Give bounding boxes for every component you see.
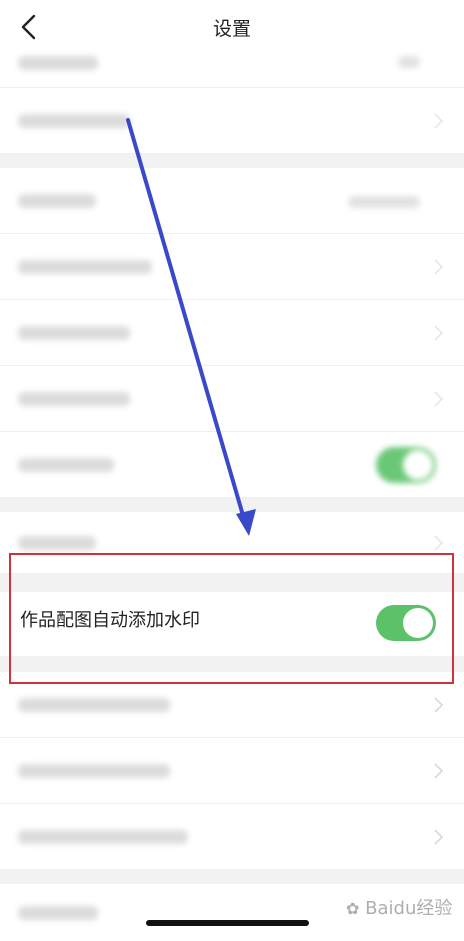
watermark-setting-label: 作品配图自动添加水印 <box>20 610 200 631</box>
blurred-label <box>18 260 152 274</box>
baidu-watermark: ✿ Baidu经验 <box>346 894 452 920</box>
chevron-right-icon <box>434 829 444 845</box>
settings-row[interactable] <box>0 168 464 234</box>
chevron-right-icon <box>434 391 444 407</box>
settings-row[interactable] <box>0 512 464 574</box>
blurred-value <box>398 56 420 68</box>
chevron-right-icon <box>434 697 444 713</box>
settings-row[interactable] <box>0 300 464 366</box>
home-indicator[interactable] <box>146 920 309 926</box>
settings-row[interactable] <box>0 738 464 804</box>
section-gap <box>0 574 464 592</box>
blurred-label <box>18 326 130 340</box>
blurred-label <box>18 114 130 128</box>
baidu-paw-icon: ✿ <box>346 899 360 918</box>
settings-row[interactable] <box>0 54 464 88</box>
blurred-value <box>348 196 420 208</box>
chevron-right-icon <box>434 763 444 779</box>
settings-row[interactable] <box>0 672 464 738</box>
settings-row[interactable] <box>0 432 464 498</box>
nav-bar: 设置 <box>0 0 464 54</box>
blurred-label <box>18 830 188 844</box>
chevron-right-icon <box>434 535 444 551</box>
blurred-label <box>18 536 96 550</box>
chevron-right-icon <box>434 259 444 275</box>
watermark-setting-row[interactable]: 作品配图自动添加水印 <box>0 592 464 656</box>
section-gap <box>0 656 464 672</box>
section-gap <box>0 498 464 512</box>
blurred-label <box>18 458 114 472</box>
settings-row[interactable] <box>0 234 464 300</box>
blurred-label <box>18 194 96 208</box>
chevron-right-icon <box>434 113 444 129</box>
settings-row[interactable] <box>0 366 464 432</box>
watermark-toggle[interactable] <box>376 605 436 641</box>
blurred-label <box>18 764 170 778</box>
blurred-label <box>18 56 98 70</box>
blurred-label <box>18 698 170 712</box>
settings-row[interactable] <box>0 804 464 870</box>
page-title: 设置 <box>212 18 251 40</box>
chevron-right-icon <box>434 325 444 341</box>
toggle-knob <box>403 450 433 480</box>
watermark-text: Baidu经验 <box>365 898 453 919</box>
blurred-label <box>18 392 130 406</box>
blurred-label <box>18 906 98 920</box>
section-gap <box>0 154 464 168</box>
settings-row[interactable] <box>0 88 464 154</box>
toggle-switch[interactable] <box>376 447 436 483</box>
settings-list: 设置 作品配图自动添加水印 <box>0 0 464 941</box>
toggle-knob <box>403 608 433 638</box>
section-gap <box>0 870 464 884</box>
